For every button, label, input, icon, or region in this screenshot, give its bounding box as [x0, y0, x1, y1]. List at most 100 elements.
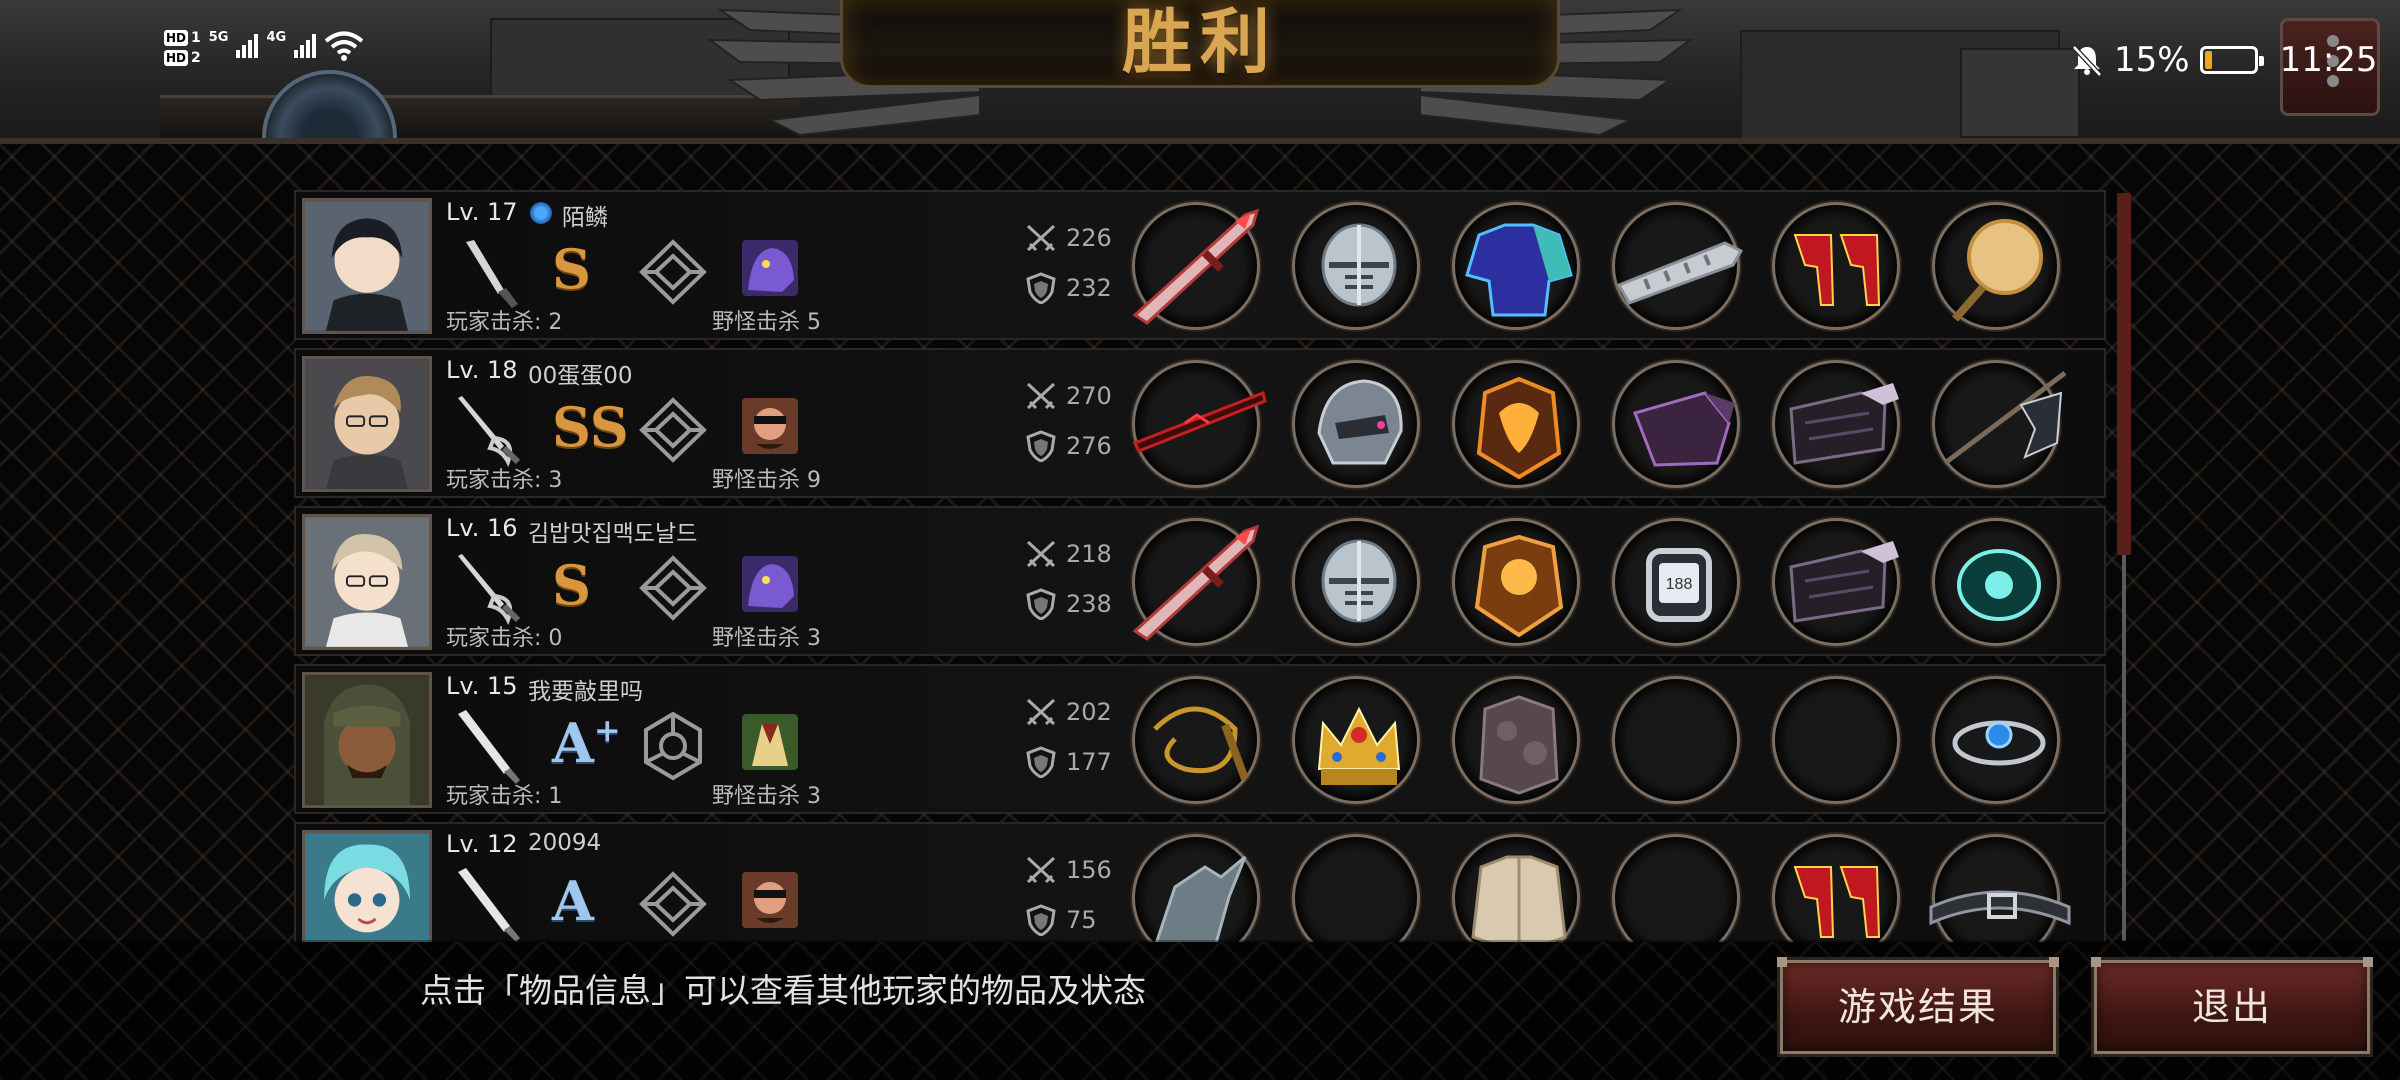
wifi-icon: [324, 31, 364, 61]
player-row[interactable]: Lv. 18 00蛋蛋00 SS 玩家击杀: 3 野怪击杀 9 270 276: [294, 348, 2106, 498]
bat-icon: [458, 710, 520, 784]
shield-icon: [1024, 588, 1058, 621]
beige-jacket-icon: [1471, 855, 1567, 942]
item-slot[interactable]: [1612, 360, 1740, 488]
player-list[interactable]: Lv. 17 陌鳞 S 玩家击杀: 2 野怪击杀 5 226 232 Lv. 18 00蛋蛋00…: [294, 190, 2106, 942]
player-avatar[interactable]: [302, 514, 432, 650]
player-avatar[interactable]: [302, 830, 432, 942]
empty-item-slot[interactable]: [1292, 834, 1420, 942]
item-slot[interactable]: [1292, 518, 1420, 646]
defense-stat: 238: [1024, 588, 1112, 621]
exit-button[interactable]: 退出: [2091, 957, 2373, 1054]
item-slot[interactable]: [1929, 834, 2071, 942]
gold-armor-icon: [1474, 534, 1564, 638]
attack-stat: 156: [1024, 854, 1112, 886]
attack-value: 226: [1066, 224, 1112, 252]
whip-icon: [1153, 706, 1249, 781]
defense-value: 232: [1066, 274, 1112, 302]
item-slot[interactable]: [1132, 834, 1260, 942]
flag-icon: [1943, 371, 2067, 465]
shield-icon: [1024, 430, 1058, 463]
player-avatar[interactable]: [302, 672, 432, 808]
attack-stat: 226: [1024, 222, 1112, 254]
player-name: 00蛋蛋00: [528, 363, 633, 389]
item-slot[interactable]: [1612, 202, 1744, 330]
item-slot[interactable]: [1772, 834, 1900, 942]
empty-item-slot[interactable]: [1612, 676, 1740, 804]
monster-icon: [742, 872, 798, 928]
sword-icon: [1024, 538, 1058, 570]
item-slot[interactable]: [1452, 518, 1580, 646]
status-bar-right: 15% 11:25: [2070, 40, 2378, 80]
item-slot[interactable]: [1932, 202, 2060, 330]
player-kills: 玩家击杀: 2: [446, 310, 563, 335]
item-slot[interactable]: [1452, 834, 1580, 942]
item-slot[interactable]: [1932, 676, 2060, 804]
grade-letter: A: [552, 711, 594, 775]
player-name: 20094: [528, 830, 602, 856]
rank-icon: [639, 397, 707, 463]
item-slot[interactable]: [1132, 676, 1260, 804]
empty-item-slot[interactable]: [1772, 676, 1900, 804]
rapier-icon: [458, 396, 521, 468]
item-slot[interactable]: [1132, 202, 1260, 330]
player-avatar[interactable]: [302, 356, 432, 492]
player-level: Lv. 17: [446, 198, 518, 226]
item-slot[interactable]: [1292, 360, 1420, 488]
player-row[interactable]: Lv. 17 陌鳞 S 玩家击杀: 2 野怪击杀 5 226 232: [294, 190, 2106, 340]
item-slot[interactable]: 188: [1612, 518, 1740, 646]
shadow-boots-icon: [1789, 383, 1899, 465]
item-slot[interactable]: [1452, 360, 1580, 488]
player-avatar[interactable]: [302, 198, 432, 334]
top-header: 胜利 HD 1 HD 2 5G 4G 15% 11:25: [0, 0, 2400, 140]
game-result-button[interactable]: 游戏结果: [1777, 957, 2059, 1054]
attack-stat: 202: [1024, 696, 1112, 728]
player-row[interactable]: Lv. 12 20094 A 156 75: [294, 822, 2106, 942]
player-row[interactable]: Lv. 16 김밥맛집맥도날드 S 玩家击杀: 0 野怪击杀 3 218 238 188: [294, 506, 2106, 656]
grade-letter: S: [552, 237, 591, 301]
attack-value: 202: [1066, 698, 1112, 726]
defense-stat: 276: [1024, 430, 1112, 463]
item-slot[interactable]: [1452, 202, 1580, 330]
item-slot[interactable]: [1292, 676, 1420, 804]
shield-icon: [1024, 746, 1058, 779]
clock: 11:25: [2279, 40, 2378, 80]
defense-stat: 177: [1024, 746, 1112, 779]
silver-gauntlet-icon: [1616, 241, 1744, 305]
sword-icon: [1024, 222, 1058, 254]
blue-gem-bracelet-icon: [1952, 720, 2046, 766]
item-slot[interactable]: [1932, 360, 2067, 488]
background-building: [1960, 48, 2080, 138]
player-level: Lv. 18: [446, 356, 518, 384]
monster-kills: 野怪击杀 3: [712, 784, 821, 809]
player-level: Lv. 12: [446, 830, 518, 858]
item-slot[interactable]: [1772, 202, 1900, 330]
dark-gauntlet-icon: [1633, 391, 1735, 467]
grade-badge: S: [552, 552, 591, 618]
battery-icon: [2199, 46, 2264, 74]
item-slot[interactable]: [1772, 518, 1900, 646]
hd-badge: HD: [164, 50, 189, 66]
item-slot[interactable]: [1132, 518, 1260, 646]
attack-value: 156: [1066, 856, 1112, 884]
item-slot[interactable]: [1772, 360, 1900, 488]
shield-icon: [1024, 904, 1058, 937]
item-slot[interactable]: [1932, 518, 2060, 646]
grade-badge: S: [552, 236, 591, 302]
monster-icon: [742, 240, 798, 296]
player-kills: 玩家击杀: 3: [446, 468, 563, 493]
item-slot[interactable]: [1132, 360, 1267, 488]
hd-badge: HD: [164, 30, 189, 46]
item-slot[interactable]: [1452, 676, 1580, 804]
rapier-icon: [458, 554, 521, 626]
red-heels-icon: [1793, 866, 1881, 938]
empty-item-slot[interactable]: [1612, 834, 1740, 942]
item-slot[interactable]: [1292, 202, 1420, 330]
flame-armor-icon: [1476, 376, 1562, 480]
rank-icon: [639, 871, 707, 937]
rank-icon: [644, 711, 702, 781]
scrollbar-thumb[interactable]: [2117, 193, 2131, 555]
sim-number: 1: [191, 30, 201, 46]
sword-icon: [1024, 854, 1058, 886]
player-row[interactable]: Lv. 15 我要敲里吗 A+ 玩家击杀: 1 野怪击杀 3 202 177: [294, 664, 2106, 814]
